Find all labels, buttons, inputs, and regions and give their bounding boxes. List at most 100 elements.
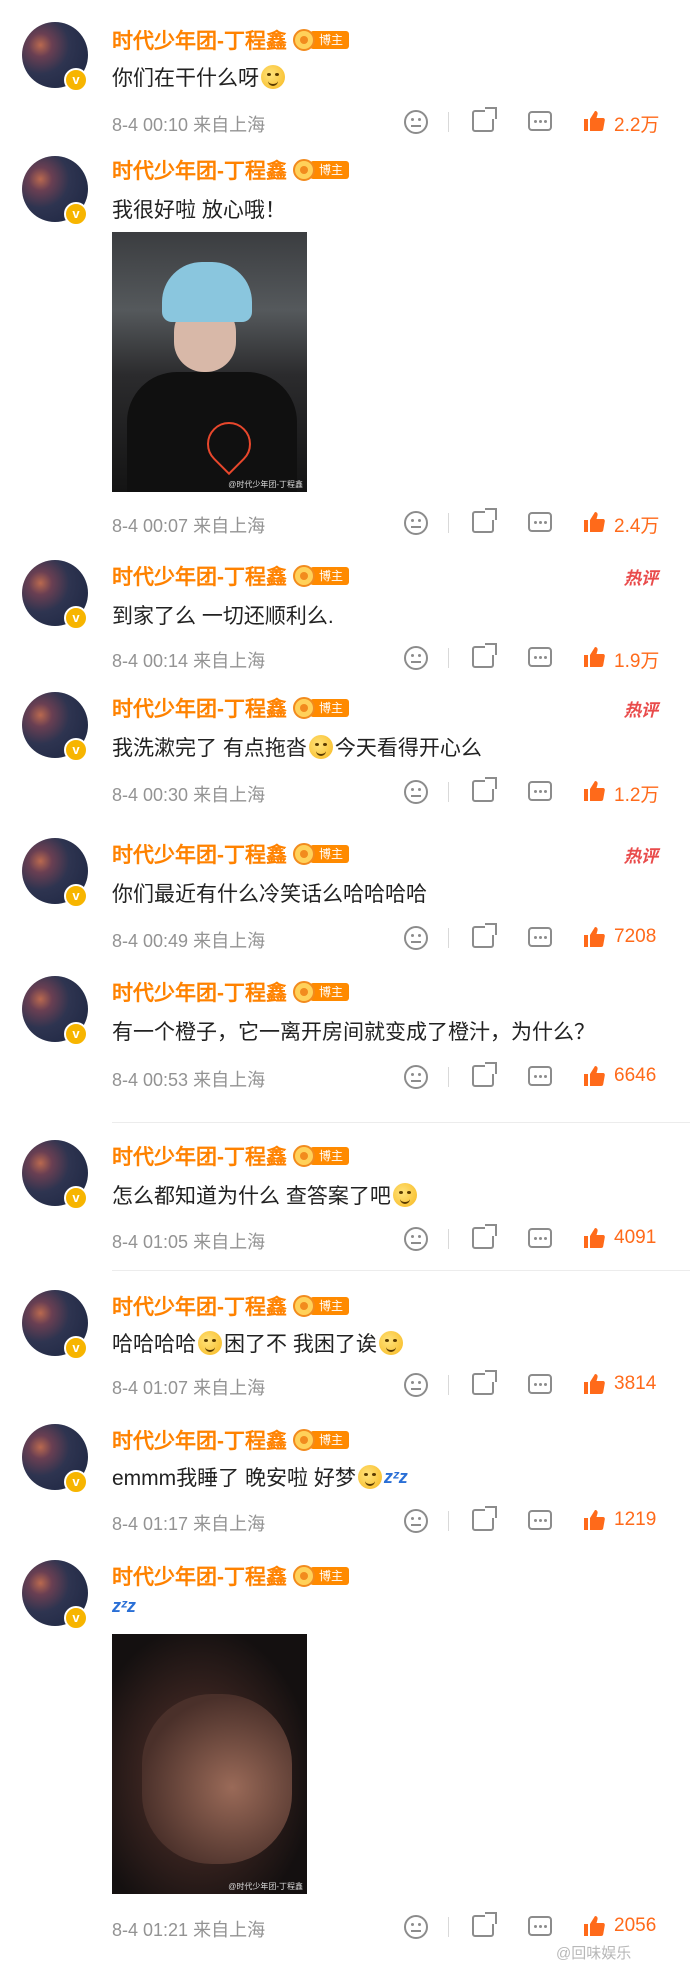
face-icon[interactable] (404, 1915, 428, 1939)
comment-location: 来自上海 (193, 931, 266, 951)
like-icon[interactable] (582, 1914, 606, 1938)
like-count: 2.4万 (614, 516, 660, 537)
comment-icon[interactable] (528, 1374, 552, 1394)
comment-icon[interactable] (528, 1228, 552, 1248)
comment-meta: 8-4 00:49 来自上海 (112, 927, 265, 953)
action-divider (448, 1917, 449, 1937)
like-icon[interactable] (582, 1508, 606, 1532)
comment-icon[interactable] (528, 111, 552, 131)
comment-icon[interactable] (528, 512, 552, 532)
share-icon[interactable] (472, 1062, 497, 1087)
username[interactable]: 时代少年团-丁程鑫 (112, 839, 287, 869)
share-icon[interactable] (472, 643, 497, 668)
comment-actions: 2.4万 (404, 508, 674, 537)
like-icon[interactable] (582, 1226, 606, 1250)
comment-icon[interactable] (528, 1066, 552, 1086)
action-divider (448, 1375, 449, 1395)
comment-photo[interactable]: @时代少年团-丁程鑫 (112, 232, 307, 492)
comment-actions: 4091 (404, 1224, 674, 1253)
comment-icon[interactable] (528, 1916, 552, 1936)
username[interactable]: 时代少年团-丁程鑫 (112, 1561, 287, 1591)
crown-icon (293, 1295, 315, 1317)
username[interactable]: 时代少年团-丁程鑫 (112, 1425, 287, 1455)
comment-meta: 8-4 00:53 来自上海 (112, 1066, 265, 1092)
action-divider (448, 112, 449, 132)
blogger-badge: 博主 (293, 981, 350, 1003)
comment-text-part: 今天看得开心么 (334, 737, 482, 760)
face-icon[interactable] (404, 780, 428, 804)
comment-icon[interactable] (528, 647, 552, 667)
comment-icon[interactable] (528, 927, 552, 947)
comment-actions: 7208 (404, 923, 674, 952)
like-icon[interactable] (582, 510, 606, 534)
like-count: 3814 (614, 1373, 657, 1394)
like-icon[interactable] (582, 645, 606, 669)
username[interactable]: 时代少年团-丁程鑫 (112, 561, 287, 591)
face-icon[interactable] (404, 1065, 428, 1089)
username[interactable]: 时代少年团-丁程鑫 (112, 155, 287, 185)
blogger-label: 博主 (310, 1147, 350, 1165)
verified-badge: v (64, 1336, 88, 1360)
face-icon[interactable] (404, 1373, 428, 1397)
comment-text-part: 困了不 我困了诶 (224, 1333, 377, 1356)
verified-badge: v (64, 606, 88, 630)
action-divider (448, 648, 449, 668)
share-icon[interactable] (472, 1224, 497, 1249)
username[interactable]: 时代少年团-丁程鑫 (112, 977, 287, 1007)
comment-location: 来自上海 (193, 651, 266, 671)
face-icon[interactable] (404, 926, 428, 950)
like-icon[interactable] (582, 109, 606, 133)
comment-photo[interactable]: @时代少年团-丁程鑫 (112, 1634, 307, 1894)
comment-meta: 8-4 01:17 来自上海 (112, 1510, 265, 1536)
share-icon[interactable] (472, 1370, 497, 1395)
comment-location: 来自上海 (193, 1920, 266, 1940)
blogger-label: 博主 (310, 1567, 350, 1585)
blogger-badge: 博主 (293, 1565, 350, 1587)
comment-actions: 2.2万 (404, 107, 674, 136)
share-icon[interactable] (472, 777, 497, 802)
comment-text: 我很好啦 放心哦！ (112, 199, 286, 222)
like-icon[interactable] (582, 1064, 606, 1088)
name-row: 时代少年团-丁程鑫 博主 (112, 977, 350, 1007)
comment-meta: 8-4 00:30 来自上海 (112, 781, 265, 807)
face-icon[interactable] (404, 1227, 428, 1251)
comment-icon[interactable] (528, 1510, 552, 1530)
face-icon[interactable] (404, 1509, 428, 1533)
verified-badge: v (64, 1022, 88, 1046)
username[interactable]: 时代少年团-丁程鑫 (112, 693, 287, 723)
comment-actions: 6646 (404, 1062, 674, 1091)
like-count: 6646 (614, 1065, 657, 1086)
hot-comment-badge: 热评 (624, 569, 658, 588)
share-icon[interactable] (472, 107, 497, 132)
like-icon[interactable] (582, 1372, 606, 1396)
username[interactable]: 时代少年团-丁程鑫 (112, 1141, 287, 1171)
crying-laugh-emoji-icon (198, 1331, 222, 1355)
crown-icon (293, 981, 315, 1003)
crown-icon (293, 159, 315, 181)
face-icon[interactable] (404, 511, 428, 535)
blogger-label: 博主 (310, 567, 350, 585)
share-icon[interactable] (472, 1506, 497, 1531)
blogger-badge: 博主 (293, 1429, 350, 1451)
comment-text: 哈哈哈哈 困了不 我困了诶 (112, 1328, 405, 1358)
blogger-label: 博主 (310, 983, 350, 1001)
comment-location: 来自上海 (193, 115, 266, 135)
comment-text: zᶻz (112, 1596, 136, 1620)
share-icon[interactable] (472, 508, 497, 533)
blogger-badge: 博主 (293, 565, 350, 587)
zzz-icon: zᶻz (383, 1467, 408, 1487)
share-icon[interactable] (472, 923, 497, 948)
comment-text-content: emmm我睡了 晚安啦 好梦 (112, 1467, 356, 1490)
face-icon[interactable] (404, 110, 428, 134)
comment-divider (112, 1270, 690, 1271)
comment-icon[interactable] (528, 781, 552, 801)
like-icon[interactable] (582, 925, 606, 949)
username[interactable]: 时代少年团-丁程鑫 (112, 1291, 287, 1321)
comment-text: 我洗漱完了 有点拖沓 今天看得开心么 (112, 732, 482, 762)
face-icon[interactable] (404, 646, 428, 670)
username[interactable]: 时代少年团-丁程鑫 (112, 25, 287, 55)
comment-date: 8-4 01:07 (112, 1378, 189, 1398)
like-icon[interactable] (582, 779, 606, 803)
comment-date: 8-4 00:07 (112, 516, 189, 536)
share-icon[interactable] (472, 1912, 497, 1937)
